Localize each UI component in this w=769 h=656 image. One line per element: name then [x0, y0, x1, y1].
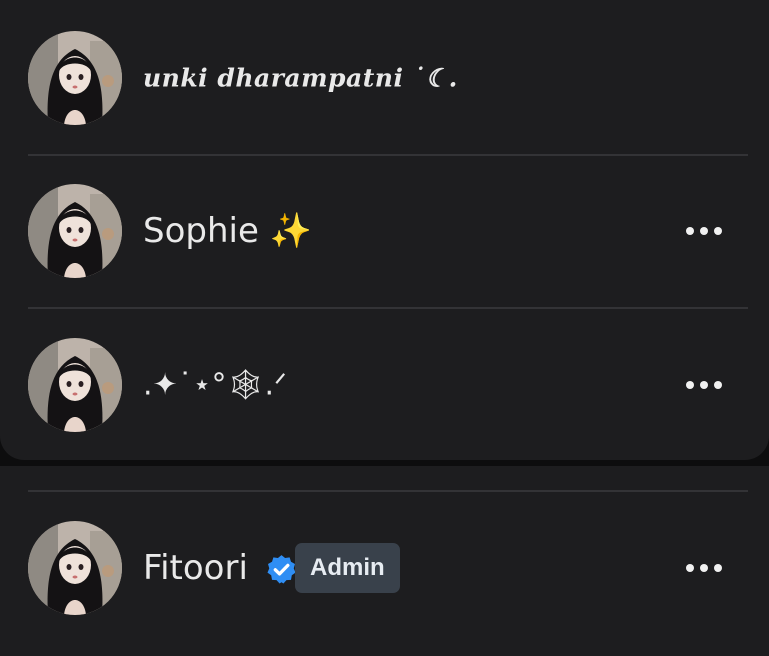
- avatar[interactable]: [28, 184, 122, 278]
- more-options-icon[interactable]: [684, 563, 724, 573]
- avatar-girl-illustration-icon: [28, 31, 122, 125]
- member-name: Fitoori: [143, 548, 298, 588]
- member-row-2[interactable]: Sophie ✨: [0, 181, 769, 281]
- divider: [28, 307, 748, 309]
- avatar[interactable]: [28, 31, 122, 125]
- sparkles-emoji: ✨: [269, 211, 313, 251]
- avatar[interactable]: [28, 521, 122, 615]
- divider: [28, 490, 748, 492]
- member-name-text: Sophie: [143, 211, 259, 251]
- verified-check-icon: [267, 555, 296, 584]
- avatar-girl-illustration-icon: [28, 184, 122, 278]
- member-name: .✦˙⋆°🕸.ᐟ: [143, 367, 287, 403]
- more-options-icon[interactable]: [684, 380, 724, 390]
- member-row-admin[interactable]: Fitoori Admin: [0, 518, 769, 618]
- member-name-text: Fitoori: [143, 548, 248, 588]
- member-name: Sophie ✨: [143, 211, 312, 251]
- admin-badge: Admin: [295, 543, 400, 593]
- avatar-girl-illustration-icon: [28, 521, 122, 615]
- divider: [28, 154, 748, 156]
- avatar-girl-illustration-icon: [28, 338, 122, 432]
- more-options-icon[interactable]: [684, 226, 724, 236]
- member-row-3[interactable]: .✦˙⋆°🕸.ᐟ: [0, 335, 769, 435]
- member-row-1[interactable]: unki dharampatni ˙☾.: [0, 28, 769, 128]
- avatar[interactable]: [28, 338, 122, 432]
- member-name: unki dharampatni ˙☾.: [143, 63, 458, 93]
